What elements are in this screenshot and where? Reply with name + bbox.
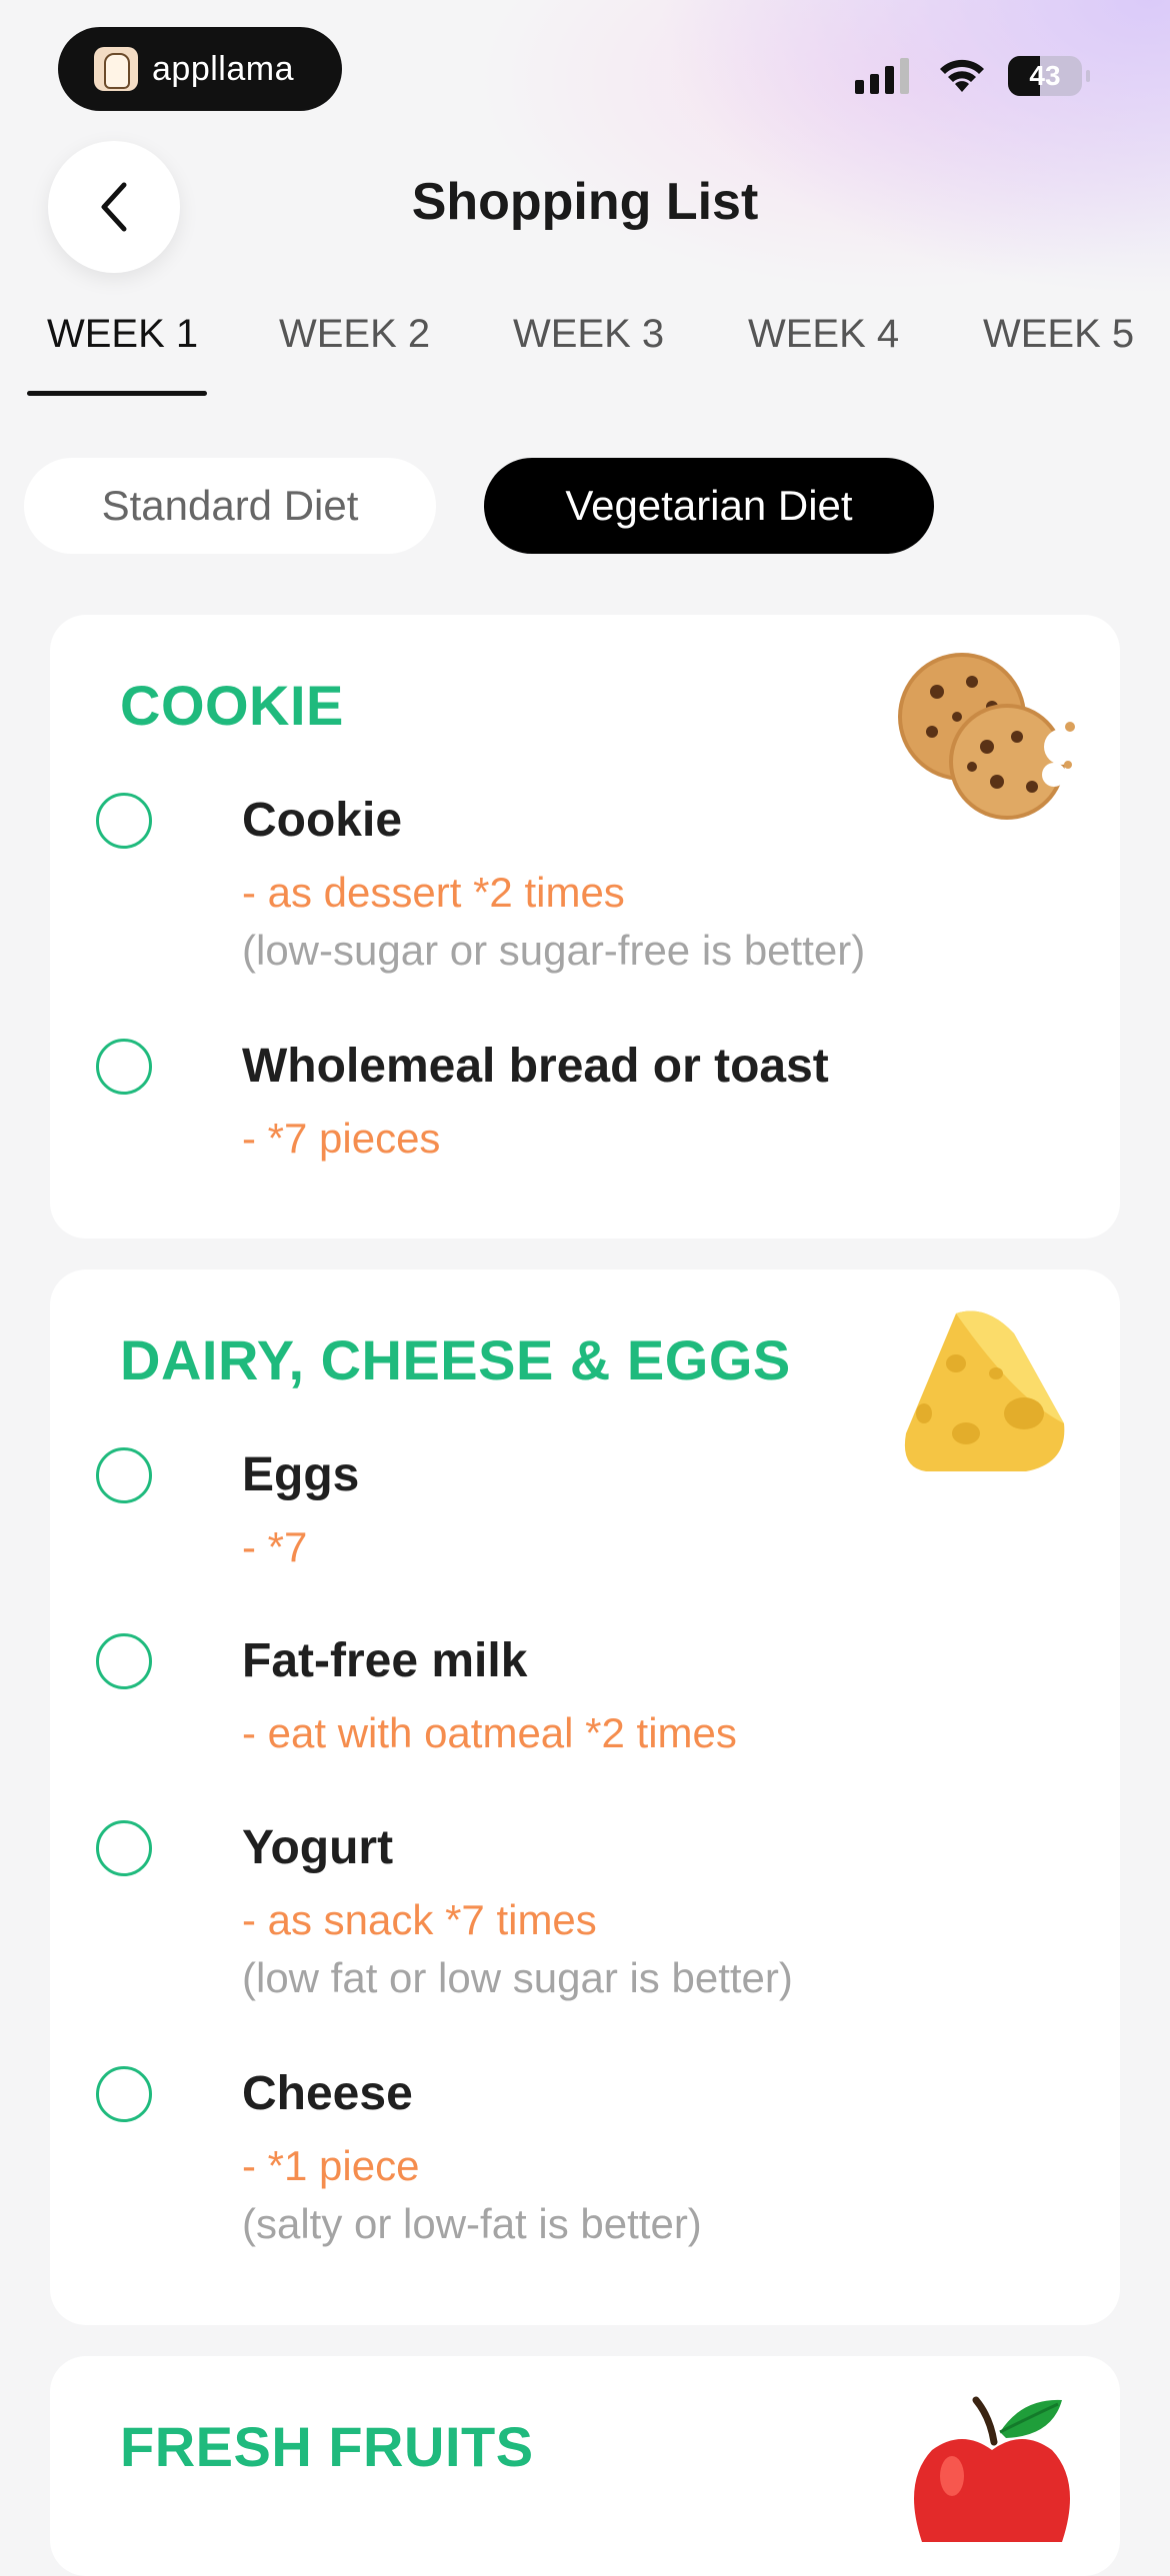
app-name: appllama: [152, 49, 294, 88]
vegetarian-diet-button[interactable]: Vegetarian Diet: [484, 458, 934, 554]
item-checkbox[interactable]: [96, 793, 152, 849]
app-badge: appllama: [58, 27, 342, 111]
item-name: Cheese: [242, 2067, 413, 2120]
item-quantity: - *1 piece: [242, 2142, 420, 2189]
cellular-signal-icon: [855, 58, 909, 94]
category-title: COOKIE: [120, 674, 344, 737]
category-card-fruits: FRESH FRUITS: [50, 2356, 1120, 2576]
item-checkbox[interactable]: [96, 1039, 152, 1095]
item-quantity: - as dessert *2 times: [242, 869, 625, 916]
category-title: DAIRY, CHEESE & EGGS: [120, 1328, 791, 1391]
item-checkbox[interactable]: [96, 1820, 152, 1876]
apple-icon: [914, 2396, 1070, 2542]
item-note: (low fat or low sugar is better): [242, 1954, 793, 2001]
item-name: Yogurt: [242, 1821, 394, 1874]
item-name: Fat-free milk: [242, 1634, 528, 1687]
item-name: Wholemeal bread or toast: [242, 1040, 829, 1093]
tab-week-2[interactable]: WEEK 2: [279, 312, 430, 357]
battery-icon: 43: [1008, 56, 1090, 96]
item-checkbox[interactable]: [96, 2066, 152, 2122]
tab-week-5[interactable]: WEEK 5: [983, 312, 1134, 357]
standard-diet-button[interactable]: Standard Diet: [24, 458, 436, 554]
tab-week-1[interactable]: WEEK 1: [47, 312, 198, 357]
battery-percent: 43: [1029, 60, 1061, 91]
category-card-cookie: COOKIE Cookie - as dessert *2 times (low…: [50, 615, 1120, 1239]
llama-logo-icon: [94, 47, 138, 91]
item-quantity: - eat with oatmeal *2 times: [242, 1709, 737, 1756]
category-title: FRESH FRUITS: [120, 2415, 534, 2478]
item-note: (salty or low-fat is better): [242, 2200, 702, 2247]
item-quantity: - *7 pieces: [242, 1115, 441, 1162]
cheese-icon: [904, 1310, 1065, 1471]
active-tab-indicator: [27, 391, 207, 396]
cookie-icon: [898, 653, 1078, 820]
item-note: (low-sugar or sugar-free is better): [242, 927, 866, 974]
category-card-dairy: DAIRY, CHEESE & EGGS Eggs - *7 Fat-free …: [50, 1270, 1120, 2325]
wifi-icon: [940, 59, 984, 92]
item-quantity: - *7: [242, 1523, 308, 1570]
item-checkbox[interactable]: [96, 1447, 152, 1503]
week-tabs: WEEK 1 WEEK 2 WEEK 3 WEEK 4 WEEK 5: [0, 300, 1170, 400]
item-quantity: - as snack *7 times: [242, 1896, 597, 1943]
item-checkbox[interactable]: [96, 1633, 152, 1689]
item-name: Eggs: [242, 1448, 360, 1501]
page-title: Shopping List: [411, 173, 759, 231]
item-name: Cookie: [242, 794, 403, 847]
tab-week-3[interactable]: WEEK 3: [513, 312, 664, 357]
tab-week-4[interactable]: WEEK 4: [748, 312, 899, 357]
